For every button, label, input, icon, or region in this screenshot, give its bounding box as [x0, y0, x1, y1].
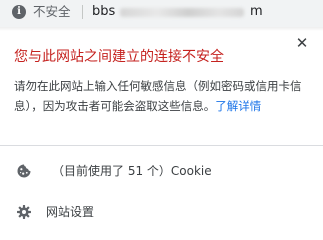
cookies-row[interactable]: （目前使用了 51 个）Cookie — [0, 158, 323, 184]
close-button[interactable]: ✕ — [293, 34, 311, 52]
chip-divider — [82, 5, 83, 19]
cookie-icon — [17, 164, 31, 178]
url-text-prefix[interactable]: bbs — [92, 3, 115, 20]
section-divider — [0, 145, 323, 146]
address-bar[interactable]: i 不安全 bbs m — [0, 0, 323, 27]
site-settings-row[interactable]: 网站设置 — [0, 199, 323, 225]
popup-title: 您与此网站之间建立的连接不安全 — [14, 49, 224, 65]
cookies-label: （目前使用了 51 个）Cookie — [52, 164, 212, 178]
security-status-chip[interactable]: 不安全 — [33, 4, 71, 20]
url-redacted-area — [120, 8, 244, 17]
info-icon[interactable]: i — [12, 5, 26, 19]
close-icon: ✕ — [295, 34, 309, 52]
popup-description: 请勿在此网站上输入任何敏感信息（例如密码或信用卡信息），因为攻击者可能会盗取这些… — [14, 76, 306, 116]
site-settings-label: 网站设置 — [46, 205, 95, 219]
gear-icon — [17, 205, 31, 219]
popup-top-shadow — [0, 27, 323, 31]
learn-more-link[interactable]: 了解详情 — [215, 99, 261, 113]
url-text-suffix[interactable]: m — [250, 3, 263, 20]
